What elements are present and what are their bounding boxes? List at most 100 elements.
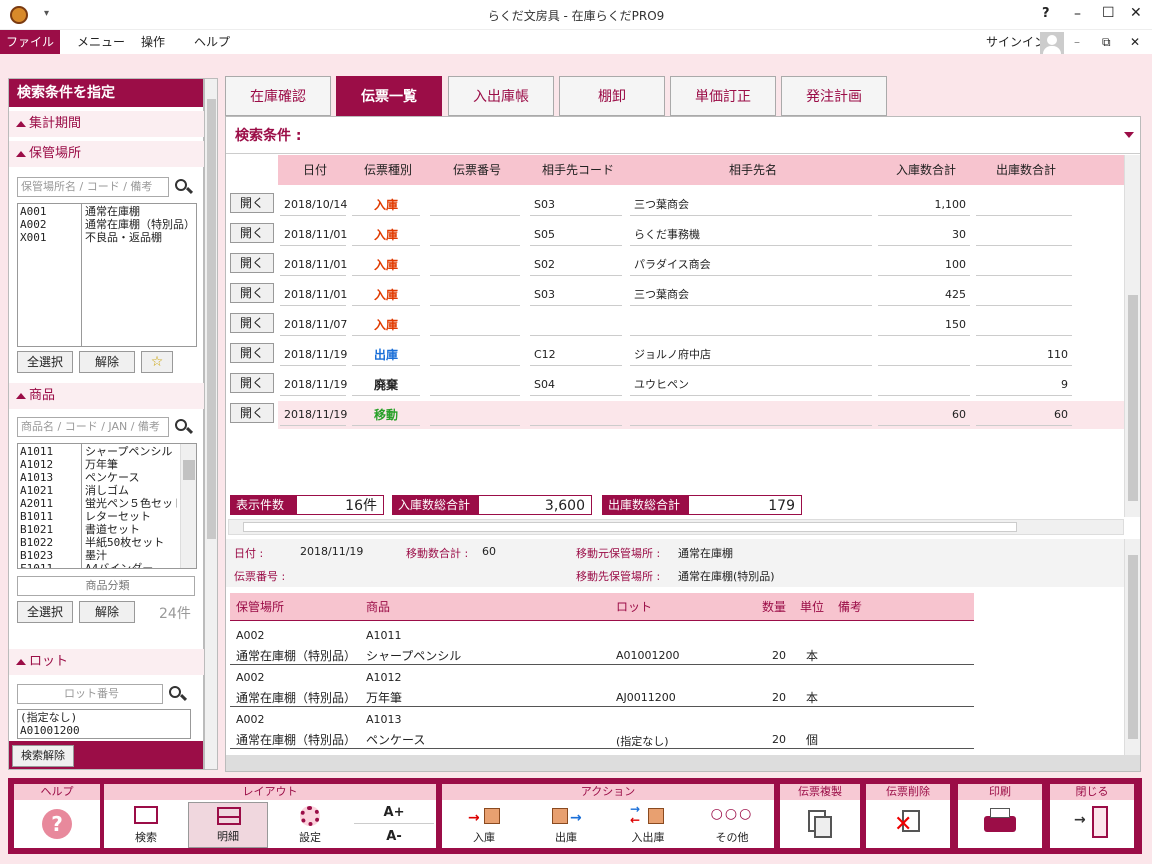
col-product[interactable]: 商品: [366, 593, 390, 621]
product-select-all-button[interactable]: 全選択: [17, 601, 73, 623]
col-partner-code[interactable]: 相手先コード: [530, 155, 626, 185]
open-slip-button[interactable]: 開く: [230, 373, 274, 393]
delete-slip-button[interactable]: ✕: [866, 802, 950, 848]
avatar[interactable]: [1040, 32, 1064, 54]
search-condition-label[interactable]: 検索条件 :: [235, 125, 301, 145]
col-partner-name[interactable]: 相手先名: [630, 155, 876, 185]
help-button[interactable]: ?: [1042, 6, 1050, 21]
detail-date-label: 日付 :: [234, 547, 264, 560]
menu-file[interactable]: ファイル: [0, 30, 60, 54]
col-type[interactable]: 伝票種別: [352, 155, 424, 185]
location-list[interactable]: A001 通常在庫棚 A002 通常在庫棚（特別品） X001 不良品・返品棚: [17, 203, 197, 347]
list-item[interactable]: A01001200: [18, 724, 190, 737]
product-count: 24件: [159, 606, 191, 622]
ribbon-restore-button[interactable]: ⧉: [1102, 30, 1111, 54]
open-slip-button[interactable]: 開く: [230, 343, 274, 363]
tab-inventory[interactable]: 棚卸: [559, 76, 665, 116]
list-item[interactable]: A002 通常在庫棚（特別品）: [18, 218, 196, 231]
tab-slip-list[interactable]: 伝票一覧: [336, 76, 442, 116]
action-other-button[interactable]: ○○○ その他: [692, 802, 772, 848]
menu-operation[interactable]: 操作: [141, 30, 165, 54]
search-reset-button[interactable]: 検索解除: [12, 745, 74, 767]
list-item[interactable]: B1011 レターセット: [18, 510, 196, 523]
font-down-button[interactable]: A-: [354, 826, 434, 848]
menu-menu[interactable]: メニュー: [77, 30, 125, 54]
chevron-down-icon[interactable]: [1124, 132, 1134, 138]
help-button[interactable]: ?: [14, 802, 100, 848]
open-slip-button[interactable]: 開く: [230, 253, 274, 273]
col-slip-no[interactable]: 伝票番号: [430, 155, 524, 185]
list-item[interactable]: A2011 蛍光ペン５色セット: [18, 497, 196, 510]
ribbon-close-button[interactable]: ✕: [1130, 30, 1140, 54]
list-item[interactable]: A1021 消しゴム: [18, 484, 196, 497]
ribbon-minimize-button[interactable]: –: [1074, 30, 1080, 54]
list-item[interactable]: A1013 ペンケース: [18, 471, 196, 484]
section-period[interactable]: 集計期間: [9, 111, 205, 137]
open-slip-button[interactable]: 開く: [230, 283, 274, 303]
table-scrollbar-v[interactable]: [1124, 155, 1140, 517]
col-in-total[interactable]: 入庫数合計: [878, 155, 974, 185]
left-panel-scrollbar[interactable]: [204, 78, 218, 770]
layout-search-button[interactable]: 検索: [106, 802, 186, 848]
col-unit[interactable]: 単位: [800, 593, 824, 621]
exit-door-icon: [1092, 806, 1108, 838]
open-slip-button[interactable]: 開く: [230, 403, 274, 423]
action-out-button[interactable]: → 出庫: [526, 802, 606, 848]
tab-order-plan[interactable]: 発注計画: [781, 76, 887, 116]
open-slip-button[interactable]: 開く: [230, 223, 274, 243]
location-clear-button[interactable]: 解除: [79, 351, 135, 373]
location-search-input[interactable]: 保管場所名 / コード / 備考: [17, 177, 169, 197]
tab-stock-check[interactable]: 在庫確認: [225, 76, 331, 116]
list-item[interactable]: B1022 半紙50枚セット: [18, 536, 196, 549]
list-item[interactable]: B1023 墨汁: [18, 549, 196, 562]
copy-slip-button[interactable]: [780, 802, 860, 848]
list-item[interactable]: A001 通常在庫棚: [18, 205, 196, 218]
section-lot[interactable]: ロット: [9, 649, 205, 675]
minimize-button[interactable]: –: [1074, 6, 1081, 22]
layout-detail-button[interactable]: 明細: [188, 802, 268, 848]
print-button[interactable]: [958, 802, 1042, 848]
list-item[interactable]: X001 不良品・返品棚: [18, 231, 196, 244]
in-total-value: 3,600: [478, 495, 592, 515]
product-list[interactable]: A1011 シャープペンシル A1012 万年筆 A1013 ペンケース A1021 消しゴム…: [17, 443, 197, 569]
action-in-button[interactable]: → 入庫: [444, 802, 524, 848]
signin-link[interactable]: サインイン: [986, 30, 1046, 54]
location-select-all-button[interactable]: 全選択: [17, 351, 73, 373]
menu-help[interactable]: ヘルプ: [194, 30, 230, 54]
table-scrollbar-h[interactable]: [228, 519, 1124, 535]
font-up-button[interactable]: A+: [354, 802, 434, 824]
line-loc_code: A002: [236, 629, 265, 642]
section-product[interactable]: 商品: [9, 383, 205, 409]
favorite-star-button[interactable]: ☆: [141, 351, 173, 373]
list-item[interactable]: A1011 シャープペンシル: [18, 445, 196, 458]
product-list-scrollbar[interactable]: [180, 444, 196, 568]
col-qty[interactable]: 数量: [762, 593, 786, 621]
category-select[interactable]: 商品分類: [17, 576, 195, 596]
detail-scrollbar-v[interactable]: [1124, 539, 1140, 755]
lot-search-input[interactable]: ロット番号: [17, 684, 163, 704]
close-button[interactable]: →: [1050, 802, 1134, 848]
close-window-button[interactable]: ✕: [1130, 5, 1142, 21]
open-slip-button[interactable]: 開く: [230, 193, 274, 213]
col-location[interactable]: 保管場所: [236, 593, 284, 621]
list-item[interactable]: F1011 A4バインダー: [18, 562, 196, 568]
open-slip-button[interactable]: 開く: [230, 313, 274, 333]
tab-price-correction[interactable]: 単価訂正: [670, 76, 776, 116]
col-lot[interactable]: ロット: [616, 593, 652, 621]
layout-settings-button[interactable]: 設定: [270, 802, 350, 848]
list-item[interactable]: A1012 万年筆: [18, 458, 196, 471]
action-inout-button[interactable]: → ← 入出庫: [608, 802, 688, 848]
col-out-total[interactable]: 出庫数合計: [976, 155, 1076, 185]
product-clear-button[interactable]: 解除: [79, 601, 135, 623]
cell-out: 110: [976, 344, 1072, 366]
lot-list[interactable]: (指定なし) A01001200: [17, 709, 191, 739]
product-search-input[interactable]: 商品名 / コード / JAN / 備考: [17, 417, 169, 437]
list-item[interactable]: (指定なし): [18, 711, 190, 724]
col-note[interactable]: 備考: [838, 593, 862, 621]
col-date[interactable]: 日付: [280, 155, 350, 185]
list-item[interactable]: B1021 書道セット: [18, 523, 196, 536]
maximize-button[interactable]: ☐: [1102, 5, 1115, 21]
section-location[interactable]: 保管場所: [9, 141, 205, 167]
cell-in: [878, 374, 970, 396]
tab-inout-ledger[interactable]: 入出庫帳: [448, 76, 554, 116]
